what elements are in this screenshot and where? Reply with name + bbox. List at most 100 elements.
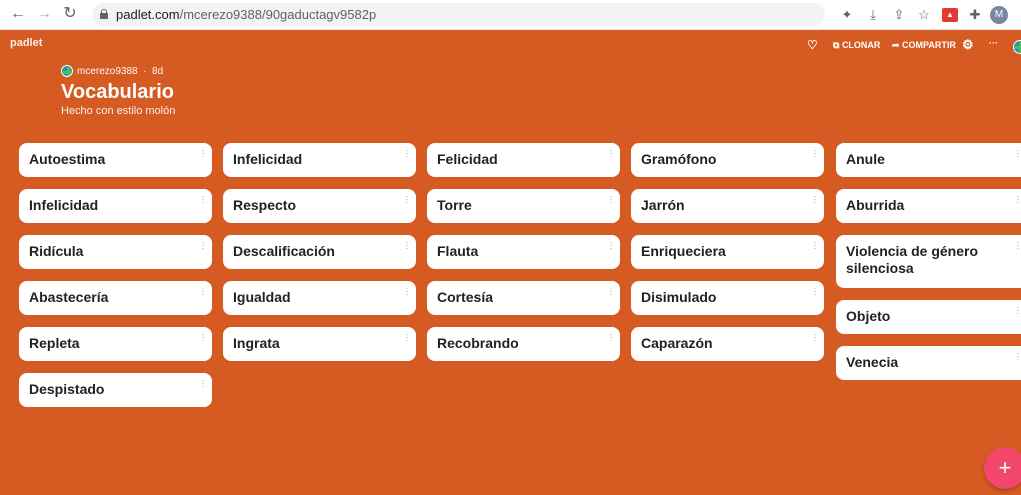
post-card[interactable]: Anule · · · <box>836 143 1021 177</box>
back-arrow-icon[interactable]: ← <box>8 4 28 24</box>
bookmark-star-icon[interactable]: ☆ <box>915 6 933 24</box>
post-card[interactable]: Jarrón · · · <box>631 189 824 223</box>
post-card[interactable]: Felicidad · · · <box>427 143 620 177</box>
post-title: Abastecería <box>29 289 109 305</box>
post-title: Caparazón <box>641 335 713 351</box>
post-title: Gramófono <box>641 151 717 167</box>
browser-toolbar: ← → ↻ padlet.com/mcerezo9388/90gaductagv… <box>0 0 1021 30</box>
kebab-menu-icon[interactable]: · · · <box>812 192 818 207</box>
kebab-menu-icon[interactable]: · · · <box>608 192 614 207</box>
post-title: Enriqueciera <box>641 243 726 259</box>
post-card[interactable]: Torre · · · <box>427 189 620 223</box>
post-title: Descalificación <box>233 243 335 259</box>
post-title: Anule <box>846 151 885 167</box>
kebab-menu-icon[interactable]: · · · <box>608 146 614 161</box>
post-card[interactable]: Aburrida · · · <box>836 189 1021 223</box>
more-options-button[interactable]: ··· <box>989 38 998 48</box>
post-card[interactable]: Descalificación · · · <box>223 235 416 269</box>
kebab-menu-icon[interactable]: · · · <box>404 238 410 253</box>
share-button[interactable]: ➦ COMPARTIR <box>892 40 956 51</box>
post-card[interactable]: Enriqueciera · · · <box>631 235 824 269</box>
kebab-menu-icon[interactable]: · · · <box>404 284 410 299</box>
kebab-menu-icon[interactable]: · · · <box>404 146 410 161</box>
post-card[interactable]: Cortesía · · · <box>427 281 620 315</box>
post-title: Recobrando <box>437 335 519 351</box>
post-card[interactable]: Objeto · · · <box>836 300 1021 334</box>
clone-button[interactable]: ⧉ CLONAR <box>833 40 880 51</box>
post-card[interactable]: Igualdad · · · <box>223 281 416 315</box>
extension-icon[interactable]: ✦ <box>838 6 856 24</box>
author-name[interactable]: mcerezo9388 <box>77 66 138 77</box>
kebab-menu-icon[interactable]: · · · <box>1015 238 1021 253</box>
author-avatar <box>61 65 73 77</box>
profile-avatar[interactable]: M <box>990 6 1008 24</box>
user-globe-avatar[interactable] <box>1013 40 1021 54</box>
kebab-menu-icon[interactable]: · · · <box>812 146 818 161</box>
install-app-icon[interactable]: ⤓ <box>864 6 882 24</box>
post-title: Flauta <box>437 243 479 259</box>
post-card[interactable]: Gramófono · · · <box>631 143 824 177</box>
clone-icon: ⧉ <box>833 40 842 50</box>
kebab-menu-icon[interactable]: · · · <box>200 284 206 299</box>
add-post-button[interactable]: + <box>984 447 1021 489</box>
kebab-menu-icon[interactable]: · · · <box>1015 303 1021 318</box>
post-card[interactable]: Venecia · · · <box>836 346 1021 380</box>
share-page-icon[interactable]: ⇪ <box>890 6 908 24</box>
extensions-puzzle-icon[interactable]: ✚ <box>966 6 984 24</box>
kebab-menu-icon[interactable]: · · · <box>608 238 614 253</box>
kebab-menu-icon[interactable]: · · · <box>404 330 410 345</box>
post-card[interactable]: Autoestima · · · <box>19 143 212 177</box>
url-text: padlet.com/mcerezo9388/90gaductagv9582p <box>116 7 377 22</box>
post-card[interactable]: Infelicidad · · · <box>223 143 416 177</box>
post-card[interactable]: Repleta · · · <box>19 327 212 361</box>
post-title: Violencia de género silenciosa <box>846 243 979 276</box>
padlet-logo[interactable]: padlet <box>10 37 42 49</box>
address-bar[interactable]: padlet.com/mcerezo9388/90gaductagv9582p <box>92 3 825 26</box>
forward-arrow-icon[interactable]: → <box>34 4 54 24</box>
post-card[interactable]: Ridícula · · · <box>19 235 212 269</box>
reload-icon[interactable]: ↻ <box>60 4 80 24</box>
post-title: Infelicidad <box>233 151 303 167</box>
post-card[interactable]: Ingrata · · · <box>223 327 416 361</box>
post-age: 8d <box>152 66 164 77</box>
post-card[interactable]: Despistado · · · <box>19 373 212 407</box>
post-title: Despistado <box>29 381 105 397</box>
post-title: Disimulado <box>641 289 717 305</box>
post-card[interactable]: Caparazón · · · <box>631 327 824 361</box>
post-card[interactable]: Abastecería · · · <box>19 281 212 315</box>
lock-icon <box>100 9 108 19</box>
heart-icon[interactable]: ♡ <box>807 38 818 52</box>
kebab-menu-icon[interactable]: · · · <box>1015 146 1021 161</box>
post-card[interactable]: Violencia de género silenciosa · · · <box>836 235 1021 288</box>
kebab-menu-icon[interactable]: · · · <box>608 330 614 345</box>
kebab-menu-icon[interactable]: · · · <box>1015 349 1021 364</box>
post-title: Autoestima <box>29 151 106 167</box>
kebab-menu-icon[interactable]: · · · <box>200 238 206 253</box>
post-card[interactable]: Infelicidad · · · <box>19 189 212 223</box>
kebab-menu-icon[interactable]: · · · <box>1015 192 1021 207</box>
pdf-extension-icon[interactable]: ▲ <box>942 8 958 22</box>
page-title: Vocabulario <box>61 81 174 103</box>
post-title: Venecia <box>846 354 899 370</box>
kebab-menu-icon[interactable]: · · · <box>608 284 614 299</box>
kebab-menu-icon[interactable]: · · · <box>200 376 206 391</box>
post-title: Ingrata <box>233 335 280 351</box>
kebab-menu-icon[interactable]: · · · <box>812 330 818 345</box>
gear-icon[interactable]: ⚙ <box>962 37 974 53</box>
kebab-menu-icon[interactable]: · · · <box>812 284 818 299</box>
post-card[interactable]: Disimulado · · · <box>631 281 824 315</box>
post-card[interactable]: Respecto · · · <box>223 189 416 223</box>
kebab-menu-icon[interactable]: · · · <box>200 146 206 161</box>
kebab-menu-icon[interactable]: · · · <box>200 330 206 345</box>
post-title: Objeto <box>846 308 891 324</box>
kebab-menu-icon[interactable]: · · · <box>812 238 818 253</box>
kebab-menu-icon[interactable]: · · · <box>404 192 410 207</box>
post-title: Torre <box>437 197 472 213</box>
post-card[interactable]: Recobrando · · · <box>427 327 620 361</box>
share-arrow-icon: ➦ <box>892 40 903 50</box>
kebab-menu-icon[interactable]: · · · <box>200 192 206 207</box>
page-subtitle: Hecho con estilo molón <box>61 105 176 117</box>
post-card[interactable]: Flauta · · · <box>427 235 620 269</box>
post-title: Cortesía <box>437 289 494 305</box>
post-title: Jarrón <box>641 197 685 213</box>
